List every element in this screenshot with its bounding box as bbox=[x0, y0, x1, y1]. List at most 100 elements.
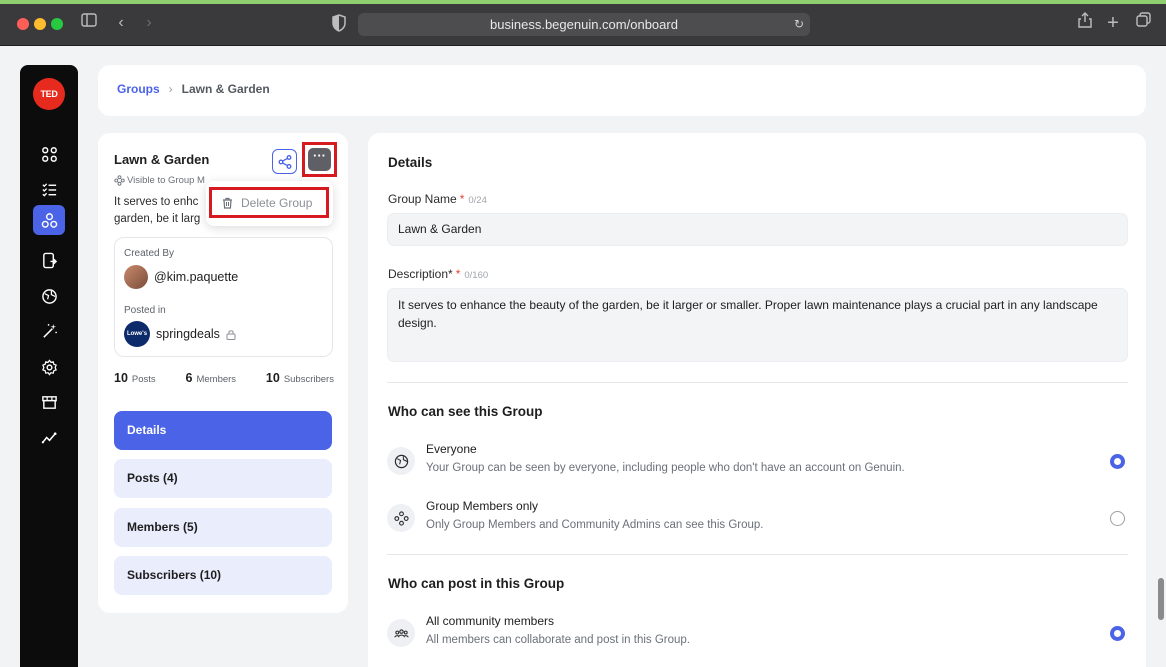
analytics-icon[interactable] bbox=[33, 422, 65, 452]
section-divider bbox=[387, 382, 1128, 383]
group-name-label: Group Name * 0/24 bbox=[388, 192, 487, 206]
share-icon bbox=[278, 154, 291, 169]
visibility-option-members-only: Group Members only bbox=[426, 499, 539, 513]
members-count: 6 bbox=[185, 371, 193, 385]
new-tab-icon[interactable]: + bbox=[1102, 12, 1124, 34]
posting-section-title: Who can post in this Group bbox=[388, 576, 565, 591]
radio-everyone[interactable] bbox=[1110, 454, 1125, 469]
members-visibility-icon bbox=[114, 175, 125, 186]
sidebar: TED bbox=[20, 65, 78, 667]
more-options-highlight: ··· bbox=[302, 142, 337, 177]
close-window-button[interactable] bbox=[17, 18, 29, 30]
lock-icon bbox=[226, 329, 236, 340]
community-name: springdeals bbox=[156, 327, 220, 341]
forward-icon[interactable]: › bbox=[138, 12, 160, 34]
description-label: Description* * 0/160 bbox=[388, 267, 488, 281]
posting-option-all-members: All community members bbox=[426, 614, 555, 628]
description-textarea[interactable]: It serves to enhance the beauty of the g… bbox=[387, 288, 1128, 362]
visibility-text: Visible to Group M bbox=[127, 175, 205, 186]
share-button[interactable] bbox=[272, 149, 297, 174]
details-section-title: Details bbox=[388, 155, 433, 170]
posted-in-label: Posted in bbox=[124, 305, 166, 316]
window-edge bbox=[0, 0, 1166, 4]
ellipsis-icon: ··· bbox=[313, 148, 326, 163]
tab-details[interactable]: Details bbox=[114, 411, 332, 450]
tab-members[interactable]: Members (5) bbox=[114, 508, 332, 547]
privacy-shield-icon[interactable] bbox=[330, 12, 348, 34]
posting-option-all-members-desc: All members can collaborate and post in … bbox=[426, 634, 690, 646]
visibility-section-title: Who can see this Group bbox=[388, 404, 543, 419]
group-members-icon bbox=[387, 504, 415, 532]
magic-wand-icon[interactable] bbox=[33, 316, 65, 346]
posts-stat: 10 Posts bbox=[114, 369, 156, 387]
group-title: Lawn & Garden bbox=[114, 152, 210, 167]
visibility-option-members-only-desc: Only Group Members and Community Admins … bbox=[426, 519, 764, 531]
subscribers-stat: 10 Subscribers bbox=[266, 369, 334, 387]
group-description-line-1: It serves to enhc bbox=[114, 196, 199, 208]
globe-icon[interactable] bbox=[33, 281, 65, 311]
ted-logo[interactable]: TED bbox=[33, 78, 65, 110]
group-meta-box: Created By @kim.paquette Posted in Lowe'… bbox=[114, 237, 333, 357]
community-members-icon bbox=[387, 619, 415, 647]
description-label-text: Description* bbox=[388, 267, 453, 281]
url-text: business.begenuin.com/onboard bbox=[490, 17, 678, 32]
community-logo: Lowe's bbox=[124, 321, 150, 347]
back-icon[interactable]: ‹ bbox=[110, 12, 132, 34]
trash-icon bbox=[223, 197, 232, 209]
more-options-menu: Delete Group bbox=[206, 181, 333, 226]
more-options-button[interactable]: ··· bbox=[308, 148, 331, 171]
section-divider bbox=[387, 554, 1128, 555]
checklist-icon[interactable] bbox=[33, 174, 65, 204]
settings-icon[interactable] bbox=[33, 352, 65, 382]
group-summary-card: Lawn & Garden ··· Visible to Group M It … bbox=[98, 133, 348, 613]
community-row[interactable]: Lowe's springdeals bbox=[124, 321, 236, 347]
community-logo-text: Lowe's bbox=[126, 331, 148, 337]
minimize-window-button[interactable] bbox=[34, 18, 46, 30]
tab-overview-icon[interactable] bbox=[1132, 12, 1154, 34]
store-icon[interactable] bbox=[33, 387, 65, 417]
group-name-input[interactable]: Lawn & Garden bbox=[387, 213, 1128, 246]
app-page: TED Groups › Lawn & Garden Lawn & Garden… bbox=[0, 46, 1166, 667]
group-name-required-mark: * bbox=[459, 192, 465, 206]
group-stats: 10 Posts 6 Members 10 Subscribers bbox=[114, 369, 334, 387]
delete-group-button[interactable]: Delete Group bbox=[209, 187, 329, 218]
visibility-option-everyone: Everyone bbox=[426, 442, 477, 456]
group-details-card: Details Group Name * 0/24 Lawn & Garden De… bbox=[368, 133, 1146, 667]
grid-icon[interactable] bbox=[33, 139, 65, 169]
mobile-share-icon[interactable] bbox=[33, 245, 65, 275]
globe-icon bbox=[387, 447, 415, 475]
sidebar-toggle-icon[interactable] bbox=[78, 12, 100, 34]
group-description-line-2: garden, be it larg bbox=[114, 213, 201, 225]
share-page-icon[interactable] bbox=[1074, 12, 1096, 34]
posts-stat-label: Posts bbox=[131, 374, 156, 385]
breadcrumb-separator: › bbox=[168, 82, 173, 96]
reload-icon[interactable]: ↻ bbox=[794, 13, 804, 36]
creator-avatar bbox=[124, 265, 148, 289]
breadcrumb-current: Lawn & Garden bbox=[181, 82, 270, 96]
breadcrumb: Groups › Lawn & Garden bbox=[117, 82, 270, 96]
subscribers-count: 10 bbox=[265, 371, 280, 385]
creator-row[interactable]: @kim.paquette bbox=[124, 265, 238, 289]
breadcrumb-card: Groups › Lawn & Garden bbox=[98, 65, 1146, 116]
delete-group-label: Delete Group bbox=[241, 195, 313, 210]
visibility-option-everyone-desc: Your Group can be seen by everyone, incl… bbox=[426, 462, 905, 474]
zoom-window-button[interactable] bbox=[51, 18, 63, 30]
group-name-counter: 0/24 bbox=[468, 195, 487, 206]
breadcrumb-groups-link[interactable]: Groups bbox=[117, 82, 160, 96]
visibility-info: Visible to Group M bbox=[114, 175, 205, 186]
members-stat-label: Members bbox=[196, 374, 237, 385]
groups-icon[interactable] bbox=[33, 205, 65, 235]
address-bar[interactable]: business.begenuin.com/onboard ↻ bbox=[358, 13, 810, 36]
browser-toolbar: ‹ › business.begenuin.com/onboard ↻ + bbox=[0, 0, 1166, 46]
description-counter: 0/160 bbox=[464, 270, 489, 281]
tab-posts[interactable]: Posts (4) bbox=[114, 459, 332, 498]
description-required-mark: * bbox=[455, 267, 461, 281]
radio-all-members[interactable] bbox=[1110, 626, 1125, 641]
radio-members-only[interactable] bbox=[1110, 511, 1125, 526]
posts-count: 10 bbox=[114, 371, 128, 385]
members-stat: 6 Members bbox=[186, 369, 237, 387]
subscribers-stat-label: Subscribers bbox=[283, 374, 334, 385]
group-name-label-text: Group Name bbox=[388, 192, 457, 206]
page-scrollbar[interactable] bbox=[1158, 578, 1164, 620]
tab-subscribers[interactable]: Subscribers (10) bbox=[114, 556, 332, 595]
